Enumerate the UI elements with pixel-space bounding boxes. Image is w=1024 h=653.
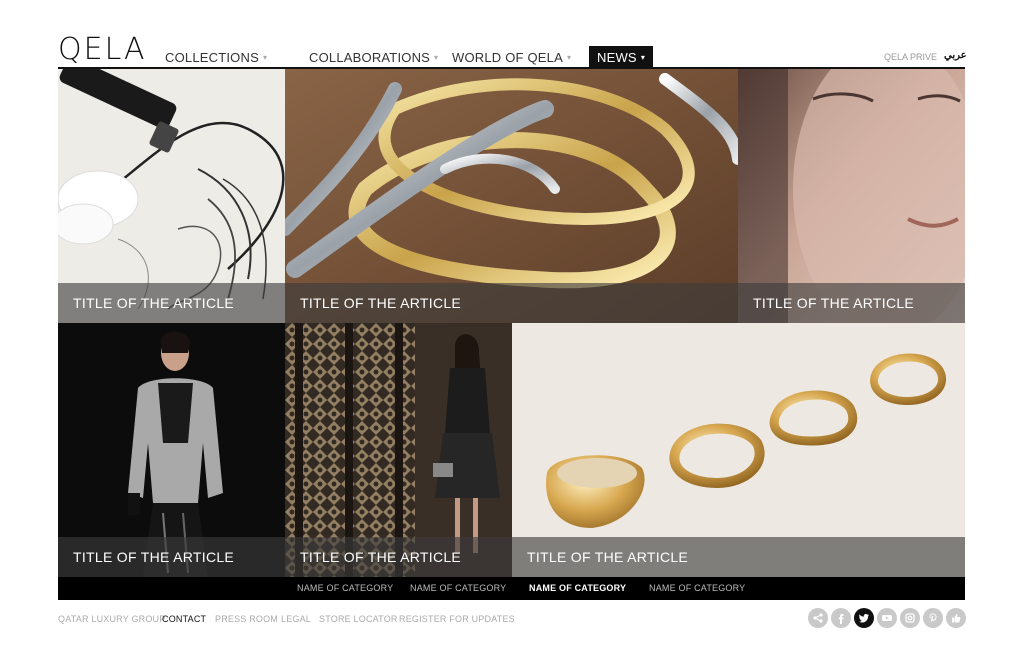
article-title[interactable]: TITLE OF THE ARTICLE bbox=[512, 537, 965, 577]
chevron-down-icon: ▾ bbox=[566, 52, 572, 62]
twitter-icon[interactable] bbox=[854, 608, 874, 628]
qela-prive-link[interactable]: QELA PRIVE bbox=[884, 52, 937, 62]
article-title[interactable]: TITLE OF THE ARTICLE bbox=[58, 537, 285, 577]
language-switch[interactable]: عربي bbox=[944, 50, 967, 61]
article-tile[interactable]: TITLE OF THE ARTICLE bbox=[285, 69, 738, 323]
facebook-icon[interactable] bbox=[831, 608, 851, 628]
category-link[interactable]: NAME OF CATEGORY bbox=[649, 583, 745, 593]
article-tile[interactable]: TITLE OF THE ARTICLE bbox=[738, 69, 965, 323]
article-title[interactable]: TITLE OF THE ARTICLE bbox=[58, 283, 285, 323]
article-title[interactable]: TITLE OF THE ARTICLE bbox=[738, 283, 965, 323]
footer-link-register[interactable]: REGISTER FOR UPDATES bbox=[399, 614, 515, 624]
youtube-icon[interactable] bbox=[877, 608, 897, 628]
footer-link-legal[interactable]: LEGAL bbox=[281, 614, 311, 624]
footer-link-qatar-luxury-group[interactable]: QATAR LUXURY GROUP bbox=[58, 614, 165, 624]
share-icon[interactable] bbox=[808, 608, 828, 628]
category-link[interactable]: NAME OF CATEGORY bbox=[529, 583, 626, 593]
footer-link-store-locator[interactable]: STORE LOCATOR bbox=[319, 614, 398, 624]
footer-link-press-room[interactable]: PRESS ROOM bbox=[215, 614, 278, 624]
nav-label: WORLD OF QELA bbox=[452, 49, 563, 65]
instagram-icon[interactable] bbox=[900, 608, 920, 628]
nav-news[interactable]: NEWS ▾ bbox=[589, 46, 654, 68]
pinterest-icon[interactable] bbox=[923, 608, 943, 628]
like-icon[interactable] bbox=[946, 608, 966, 628]
nav-label: NEWS bbox=[597, 49, 637, 65]
chevron-down-icon: ▾ bbox=[434, 52, 439, 62]
nav-collections[interactable]: COLLECTIONS ▾ bbox=[165, 46, 267, 68]
nav-collaborations[interactable]: COLLABORATIONS ▾ bbox=[309, 46, 438, 68]
chevron-down-icon: ▾ bbox=[640, 52, 646, 62]
article-tile[interactable]: TITLE OF THE ARTICLE bbox=[285, 323, 512, 577]
nav-label: COLLABORATIONS bbox=[309, 49, 431, 65]
article-title[interactable]: TITLE OF THE ARTICLE bbox=[285, 537, 512, 577]
category-link[interactable]: NAME OF CATEGORY bbox=[297, 583, 393, 593]
nav-label: COLLECTIONS bbox=[165, 49, 259, 65]
logo[interactable]: QELA bbox=[58, 35, 147, 65]
category-link[interactable]: NAME OF CATEGORY bbox=[410, 583, 506, 593]
category-bar: NAME OF CATEGORY NAME OF CATEGORY NAME O… bbox=[58, 577, 965, 600]
nav-world-of-qela[interactable]: WORLD OF QELA ▾ bbox=[452, 46, 571, 68]
article-title[interactable]: TITLE OF THE ARTICLE bbox=[285, 283, 738, 323]
footer-link-contact[interactable]: CONTACT bbox=[162, 614, 206, 624]
chevron-down-icon: ▾ bbox=[262, 52, 268, 62]
article-tile[interactable]: TITLE OF THE ARTICLE bbox=[512, 323, 965, 577]
article-tile[interactable]: TITLE OF THE ARTICLE bbox=[58, 69, 285, 323]
article-tile[interactable]: TITLE OF THE ARTICLE bbox=[58, 323, 285, 577]
